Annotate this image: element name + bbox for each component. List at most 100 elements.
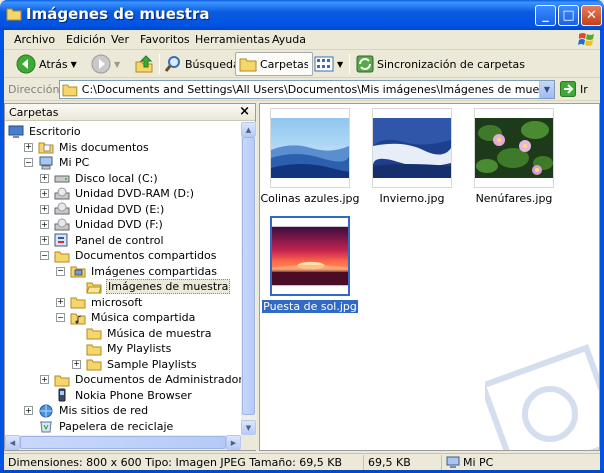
minimize-button[interactable]: _ xyxy=(535,5,556,26)
sync-folders-button[interactable]: Sincronización de carpetas xyxy=(356,52,525,76)
tree-node[interactable]: − Documentos compartidos xyxy=(40,248,218,263)
tree-node[interactable]: Música de muestra xyxy=(72,326,213,341)
go-button[interactable]: Ir xyxy=(560,81,588,97)
status-bar: Dimensiones: 800 x 600 Tipo: Imagen JPEG… xyxy=(4,453,600,470)
tree-node[interactable]: Imágenes de muestra xyxy=(72,279,231,294)
back-label: Atrás xyxy=(39,57,68,71)
menu-bar: Archivo Edición Ver Favoritos Herramient… xyxy=(4,30,600,50)
address-input[interactable]: C:\Documents and Settings\All Users\Docu… xyxy=(59,80,555,99)
chevron-down-icon: ▼ xyxy=(543,85,551,94)
tree-node[interactable]: + Sample Playlists xyxy=(72,357,198,372)
menu-favoritos[interactable]: Favoritos xyxy=(140,33,190,46)
tree-node[interactable]: + microsoft xyxy=(56,295,143,310)
chevron-down-icon[interactable]: ▼ xyxy=(114,60,120,69)
file-name: Invierno.jpg xyxy=(379,192,445,205)
expand-icon[interactable]: + xyxy=(24,406,33,415)
tree-node[interactable]: + Mis documentos xyxy=(24,140,150,155)
address-path: C:\Documents and Settings\All Users\Docu… xyxy=(81,83,554,96)
expand-icon[interactable]: + xyxy=(40,204,49,214)
scroll-right-button[interactable]: ▶ xyxy=(226,435,241,450)
my-computer-icon xyxy=(39,156,53,169)
vertical-scrollbar[interactable]: ▲ ▼ xyxy=(241,122,256,435)
tree-node[interactable]: + Mis sitios de red xyxy=(24,403,149,418)
scroll-down-button[interactable]: ▼ xyxy=(241,420,256,435)
tree-node-label: Música de muestra xyxy=(107,326,212,340)
scroll-left-button[interactable]: ◀ xyxy=(5,435,20,450)
dvd-drive-icon xyxy=(54,202,70,215)
horizontal-scrollbar[interactable]: ◀ ▶ xyxy=(5,435,241,450)
menu-herramientas[interactable]: Herramientas xyxy=(195,33,270,46)
tree-node[interactable]: My Playlists xyxy=(72,341,172,356)
tree-node[interactable]: + Panel de control xyxy=(40,233,165,248)
expand-icon[interactable]: + xyxy=(56,297,65,307)
music-folder-icon xyxy=(70,313,86,324)
tree-node[interactable]: − Imágenes compartidas xyxy=(56,264,218,279)
folder-icon xyxy=(86,328,102,340)
scroll-thumb[interactable] xyxy=(20,436,226,449)
scroll-corner xyxy=(241,435,256,450)
back-button[interactable]: Atrás ▼ xyxy=(16,52,77,76)
tree-node[interactable]: + Unidad DVD (E:) xyxy=(40,202,165,217)
tree-node[interactable]: + Unidad DVD-RAM (D:) xyxy=(40,186,195,201)
sunset-thumbnail xyxy=(272,226,348,286)
menu-ver[interactable]: Ver xyxy=(111,33,129,46)
forward-button[interactable]: ▼ xyxy=(91,52,120,76)
folders-button[interactable]: Carpetas xyxy=(235,52,314,76)
scroll-thumb[interactable] xyxy=(242,137,255,415)
views-button[interactable]: ▼ xyxy=(314,52,343,76)
folders-pane-header: Carpetas × xyxy=(5,104,255,121)
status-info-text: Dimensiones: 800 x 600 Tipo: Imagen JPEG… xyxy=(8,456,343,469)
status-size-text: 69,5 KB xyxy=(368,456,411,469)
scroll-up-button[interactable]: ▲ xyxy=(241,122,256,137)
toolbar-separator xyxy=(308,54,309,74)
dvd-drive-icon xyxy=(54,218,70,230)
address-dropdown-button[interactable]: ▼ xyxy=(539,81,554,98)
desktop-icon xyxy=(8,125,24,138)
close-button[interactable]: ✕ xyxy=(581,5,602,26)
menu-edicion[interactable]: Edición xyxy=(66,33,106,46)
expand-icon[interactable]: + xyxy=(40,235,49,245)
tree-node[interactable]: − Música compartida xyxy=(56,310,196,325)
close-icon: ✕ xyxy=(586,8,597,23)
collapse-icon[interactable]: − xyxy=(24,158,33,167)
search-label: Búsqueda xyxy=(185,57,240,71)
tree-node[interactable]: Papelera de reciclaje xyxy=(24,419,174,434)
tree-node[interactable]: Nokia Phone Browser xyxy=(40,388,193,403)
tree-node-label: Unidad DVD (F:) xyxy=(75,218,163,231)
status-location: Mi PC xyxy=(442,455,600,470)
tree-node-label: Escritorio xyxy=(29,125,81,138)
recycle-bin-icon xyxy=(40,421,52,433)
tree-node-label: Disco local (C:) xyxy=(75,171,158,185)
folders-label: Carpetas xyxy=(260,57,310,71)
back-arrow-icon xyxy=(16,54,36,74)
menu-archivo[interactable]: Archivo xyxy=(14,33,55,46)
up-folder-button[interactable] xyxy=(134,52,154,76)
tree-node-label: My Playlists xyxy=(107,342,172,355)
menu-ayuda[interactable]: Ayuda xyxy=(272,33,306,46)
close-pane-button[interactable]: × xyxy=(239,104,250,119)
collapse-icon[interactable]: − xyxy=(56,266,65,276)
expand-icon[interactable]: + xyxy=(40,220,49,229)
tree-node-label: microsoft xyxy=(91,295,143,309)
chevron-down-icon[interactable]: ▼ xyxy=(337,60,343,69)
collapse-icon[interactable]: − xyxy=(56,313,65,322)
tree-node[interactable]: Escritorio xyxy=(8,124,82,139)
tree-node[interactable]: + Disco local (C:) xyxy=(40,171,159,186)
search-button[interactable]: Búsqueda xyxy=(164,52,240,76)
expand-icon[interactable]: + xyxy=(40,173,49,183)
chevron-down-icon[interactable]: ▼ xyxy=(71,60,77,69)
tree-node[interactable]: − Mi PC xyxy=(24,155,90,170)
collapse-icon[interactable]: − xyxy=(40,251,49,260)
expand-icon[interactable]: + xyxy=(40,375,49,384)
maximize-button[interactable]: □ xyxy=(558,5,579,26)
tree-node[interactable]: + Unidad DVD (F:) xyxy=(40,217,164,232)
title-bar[interactable]: Imágenes de muestra _ □ ✕ xyxy=(0,0,604,30)
tree-node-label: Documentos de Administrador xyxy=(75,373,241,386)
expand-icon[interactable]: + xyxy=(40,189,49,198)
expand-icon[interactable]: + xyxy=(24,142,33,152)
tree-node[interactable]: + Documentos de Administrador xyxy=(40,372,241,387)
tree-node-label: Imágenes compartidas xyxy=(91,264,217,278)
tree-node-label: Papelera de reciclaje xyxy=(59,419,174,433)
expand-icon[interactable]: + xyxy=(72,359,81,369)
folder-icon xyxy=(54,375,70,386)
